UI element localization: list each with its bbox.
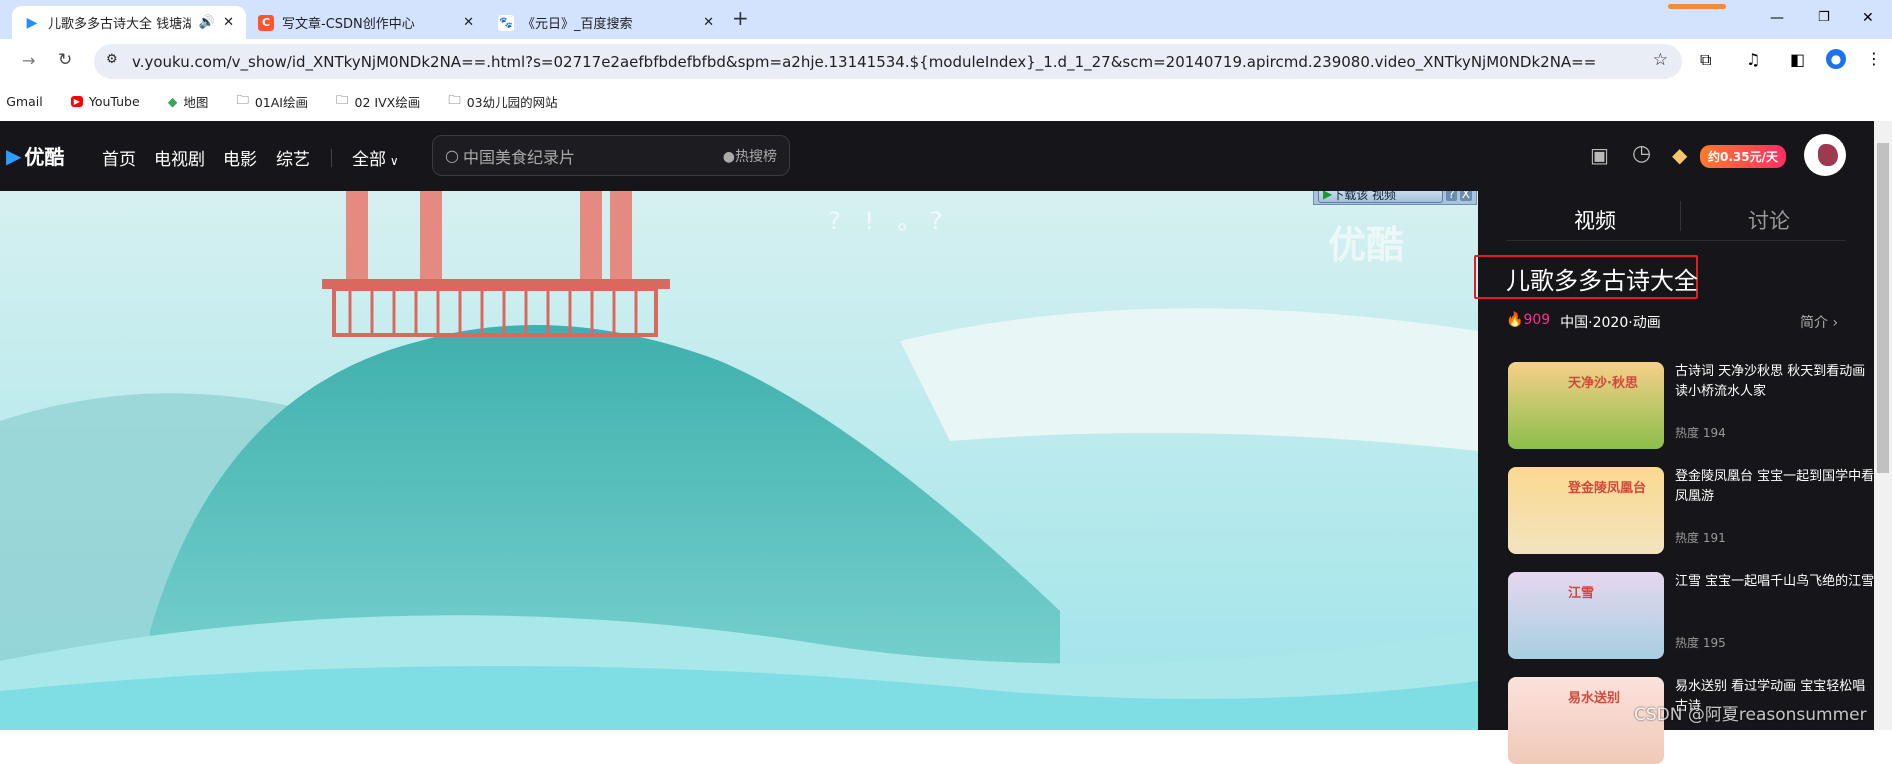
scrollbar-thumb[interactable] (1877, 143, 1889, 473)
help-icon[interactable]: ? (1446, 191, 1456, 201)
address-bar[interactable]: ⚙ v.youku.com/v_show/id_XNTkyNjM0NDk2NA=… (94, 44, 1682, 79)
close-tab-icon[interactable]: ✕ (703, 15, 714, 30)
video-item-heat: 热度 195 (1675, 634, 1726, 651)
video-thumbnail[interactable]: 登金陵凤凰台 (1508, 467, 1664, 554)
reload-icon[interactable]: ↻ (58, 50, 72, 70)
history-icon[interactable]: ◷ (1632, 141, 1651, 166)
bookmark-star-icon[interactable]: ☆ (1653, 50, 1668, 70)
youku-icon: ▶ (24, 15, 40, 31)
tab-discussion[interactable]: 讨论 (1748, 205, 1790, 235)
menu-icon[interactable]: ⋮ (1866, 49, 1882, 68)
tab-csdn[interactable]: C 写文章-CSDN创作中心 ✕ (246, 6, 486, 39)
youku-watermark: 优酷 (1328, 214, 1404, 269)
chevron-down-icon: ∨ (386, 154, 399, 168)
site-info-icon[interactable]: ⚙ (106, 52, 118, 67)
thumbnail-text: 易水送别 (1568, 687, 1620, 706)
bookmark-maps[interactable]: ◆地图 (168, 92, 209, 111)
video-item-heat: 热度 191 (1675, 529, 1726, 546)
nav-all[interactable]: 全部 ∨ (352, 145, 399, 170)
related-video-item[interactable]: 登金陵凤凰台 登金陵凤凰台 宝宝一起到国学中看凤凰游 热度 191 (1508, 467, 1878, 554)
video-item-title[interactable]: 古诗词 天净沙秋思 秋天到看动画读小桥流水人家 (1675, 362, 1875, 402)
scrollbar[interactable] (1874, 121, 1892, 730)
youtube-icon: ▶ (71, 96, 83, 107)
hot-search-link[interactable]: ●热搜榜 (723, 146, 777, 166)
extensions-icon[interactable]: ⧉ (1700, 50, 1711, 70)
nav-home[interactable]: 首页 (102, 145, 136, 170)
vip-badge[interactable]: 约0.35元/天 (1700, 145, 1786, 168)
folder-icon: 🗀 (448, 91, 461, 112)
vip-diamond-icon[interactable]: ◆ (1672, 143, 1687, 167)
subtitle-caption: ? ! 。? (828, 201, 950, 236)
extension-indicator (1668, 4, 1726, 9)
play-icon: ▶ (1323, 191, 1332, 201)
bookmark-folder[interactable]: 🗀03幼儿园的网站 (448, 91, 557, 112)
close-tab-icon[interactable]: ✕ (463, 15, 474, 30)
media-icon[interactable]: ♫ (1746, 50, 1760, 69)
avatar-image (1818, 144, 1838, 166)
tab-youku[interactable]: ▶ 儿歌多多古诗大全 钱塘湖春 🔊 ✕ (12, 6, 246, 39)
bookmark-folder[interactable]: 🗀02 IVX绘画 (336, 91, 420, 112)
bookmark-gmail[interactable]: |Gmail (0, 94, 43, 109)
thumbnail-text: 登金陵凤凰台 (1568, 477, 1646, 496)
thumbnail-text: 天净沙·秋思 (1568, 372, 1638, 391)
search-input[interactable]: ○ 中国美食纪录片 ●热搜榜 (432, 135, 790, 176)
nav-variety[interactable]: 综艺 (276, 145, 310, 170)
video-title: 儿歌多多古诗大全 (1506, 261, 1698, 296)
client-icon[interactable]: ▣ (1590, 143, 1609, 167)
folder-icon: 🗀 (236, 91, 249, 112)
related-video-item[interactable]: 江雪 江雪 宝宝一起唱千山鸟飞绝的江雪 热度 195 (1508, 572, 1878, 659)
sidepanel-icon[interactable]: ◧ (1790, 50, 1805, 69)
bookmarks-bar: |Gmail ▶YouTube ◆地图 🗀01AI绘画 🗀02 IVX绘画 🗀0… (0, 84, 1892, 118)
video-thumbnail[interactable]: 江雪 (1508, 572, 1664, 659)
tab-strip: ▶ 儿歌多多古诗大全 钱塘湖春 🔊 ✕ C 写文章-CSDN创作中心 ✕ 🐾 《… (0, 0, 1892, 39)
video-item-title[interactable]: 江雪 宝宝一起唱千山鸟飞绝的江雪 (1675, 572, 1875, 592)
video-frame (0, 191, 1478, 730)
download-overlay: ▶下载该 视频 ? X (1313, 191, 1477, 205)
thumbnail-text: 江雪 (1568, 582, 1594, 601)
flame-icon: 🔥 (1506, 312, 1523, 328)
close-icon[interactable]: X (1460, 191, 1472, 201)
nav-tv[interactable]: 电视剧 (154, 145, 205, 170)
tab-videos[interactable]: 视频 (1574, 205, 1616, 235)
tab-baidu[interactable]: 🐾 《元日》_百度搜索 ✕ (486, 6, 726, 39)
folder-icon: 🗀 (336, 91, 349, 112)
csdn-icon: C (258, 15, 274, 31)
maximize-button[interactable]: ❐ (1818, 10, 1830, 25)
side-panel: 视频 讨论 儿歌多多古诗大全 🔥909 中国·2020·动画 简介 › 天净沙·… (1478, 191, 1874, 730)
audio-icon[interactable]: 🔊 (199, 15, 215, 30)
csdn-watermark: CSDN @阿夏reasonsummer (1634, 700, 1867, 725)
new-tab-button[interactable]: + (732, 6, 749, 30)
baidu-icon: 🐾 (498, 15, 514, 31)
youku-logo-icon: ▶ (6, 144, 21, 168)
minimize-button[interactable]: — (1770, 10, 1784, 26)
bookmark-youtube[interactable]: ▶YouTube (71, 94, 140, 109)
profile-icon[interactable]: ● (1826, 49, 1846, 69)
flame-icon: ● (723, 149, 735, 165)
search-icon: ○ (445, 146, 459, 165)
youku-logo[interactable]: ▶ 优酷 (6, 141, 64, 170)
close-window-button[interactable]: ✕ (1862, 10, 1874, 26)
bookmark-folder[interactable]: 🗀01AI绘画 (236, 91, 308, 112)
video-item-title[interactable]: 登金陵凤凰台 宝宝一起到国学中看凤凰游 (1675, 467, 1875, 507)
download-video-button[interactable]: ▶下载该 视频 (1318, 191, 1443, 203)
forward-icon[interactable]: → (22, 51, 35, 70)
divider (331, 149, 332, 167)
youku-header: ▶ 优酷 首页 电视剧 电影 综艺 全部 ∨ ○ 中国美食纪录片 ●热搜榜 ▣ … (0, 121, 1874, 191)
close-tab-icon[interactable]: ✕ (223, 15, 234, 30)
video-thumbnail[interactable]: 天净沙·秋思 (1508, 362, 1664, 449)
video-meta: 🔥909 中国·2020·动画 (1506, 312, 1661, 332)
maps-icon: ◆ (168, 94, 178, 109)
intro-link[interactable]: 简介 › (1800, 312, 1838, 332)
toolbar: → ↻ ⚙ v.youku.com/v_show/id_XNTkyNjM0NDk… (0, 39, 1892, 84)
video-item-heat: 热度 194 (1675, 424, 1726, 441)
video-player[interactable]: ? ! 。? 优酷 ▶下载该 视频 ? X (0, 191, 1478, 730)
related-video-item[interactable]: 天净沙·秋思 古诗词 天净沙秋思 秋天到看动画读小桥流水人家 热度 194 (1508, 362, 1878, 449)
nav-movie[interactable]: 电影 (223, 145, 257, 170)
divider (1506, 240, 1846, 241)
divider (1680, 201, 1681, 231)
avatar[interactable] (1804, 134, 1846, 176)
